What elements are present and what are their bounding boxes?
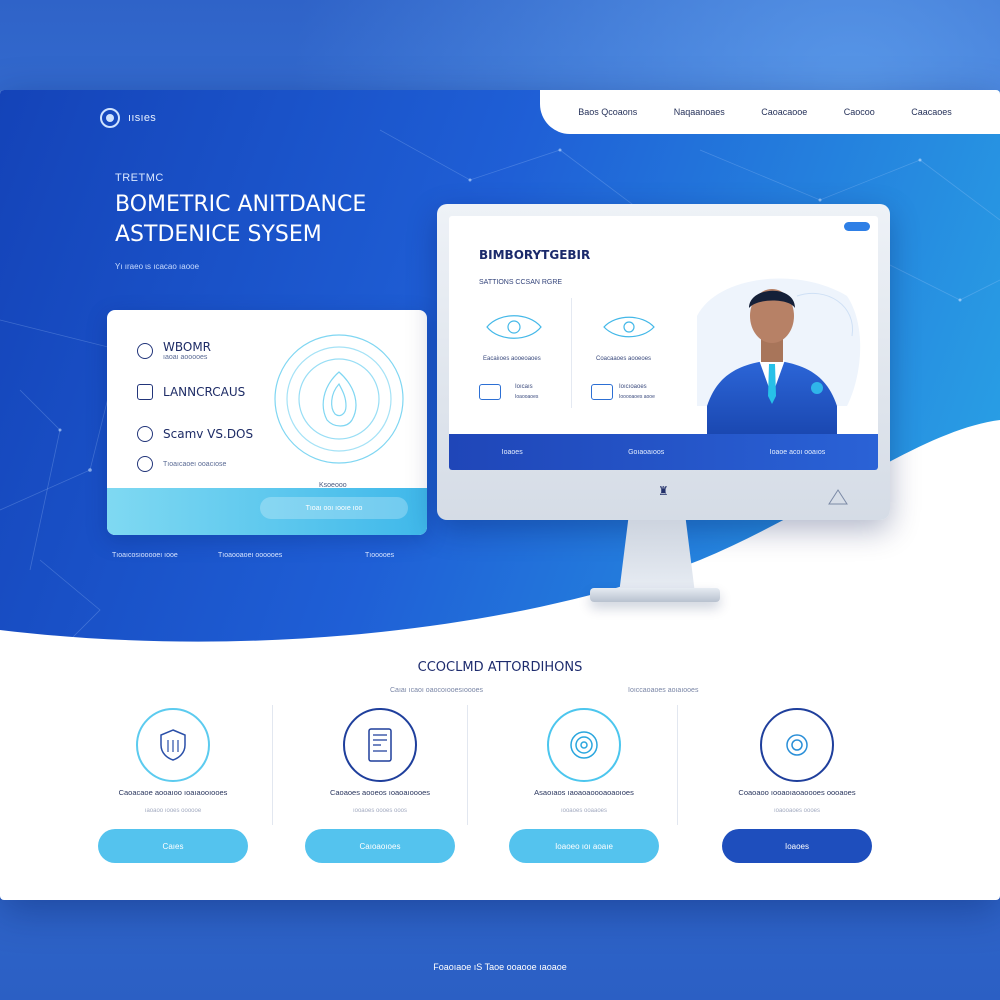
monitor-screen: BIMBORYTGEBIR SATTIONS CCSAN RGRE Eacaiı… — [449, 216, 878, 470]
login-card: WBOMR ıaoaı aooooes LANNCRCAUS Scamv VS.… — [107, 310, 427, 535]
feature-3-button[interactable]: Ioaoeo ıoı aoaıe — [509, 829, 659, 863]
face-scan-icon — [603, 316, 655, 338]
features-subtitle-1: Caıaı ıcaoı oaocoıooesıoooes — [390, 687, 484, 694]
id-card-icon — [137, 384, 153, 400]
nav-item-1[interactable]: Baos Qcoaons — [578, 107, 637, 117]
feature-1-button[interactable]: Caıes — [98, 829, 248, 863]
hero-title-line-1: BOMETRIC ANITDANCE — [115, 192, 367, 217]
hero-link-3[interactable]: Tıooooes — [365, 552, 394, 559]
hero-title-line-2: ASTDENICE SYSEM — [115, 222, 322, 247]
hero-title: BOMETRIC ANITDANCE ASTDENICE SYSEM — [115, 190, 415, 250]
card-icon — [591, 384, 613, 400]
login-action-bar: Tıoaı ooı ıooıe ıoo — [107, 488, 427, 535]
screen-col1-caption: Eacaiıoes aooeoaoes — [483, 356, 541, 362]
feature-divider-3 — [677, 705, 678, 825]
login-row-user-label: WBOMR — [163, 340, 212, 354]
screen-col2-mini-small: Iooooaoes aooe — [619, 394, 655, 400]
eye-scan-icon — [486, 315, 542, 339]
monitor-mockup: BIMBORYTGEBIR SATTIONS CCSAN RGRE Eacaiı… — [437, 204, 890, 520]
clock-icon — [137, 456, 153, 472]
feature-3-small: ıooaoes ooaaoes — [560, 808, 608, 814]
screen-bottom-item-3[interactable]: Ioaoe acoı ooaıos — [770, 449, 826, 456]
id-card-icon — [343, 708, 417, 782]
monitor-logo-icon: ♜ — [658, 484, 669, 498]
login-row-id-label: LANNCRCAUS — [163, 385, 246, 399]
screen-status-pill — [844, 222, 870, 231]
nav-item-4[interactable]: Caocoo — [844, 107, 875, 117]
landing-page: ıısıes Baos Qcoaons Naqaanoaes Caoacaooe… — [0, 90, 1000, 900]
brand[interactable]: ıısıes — [100, 108, 156, 128]
feature-4-small: ıoaooaoes oooes — [773, 808, 821, 814]
id-card-icon — [479, 384, 501, 400]
feature-2-text: Caoaoes aooeos ıoaoaıoooes — [329, 788, 431, 797]
login-row-user-small: ıaoaı aooooes — [163, 354, 208, 361]
fingerprint-scan-icon — [274, 334, 404, 464]
feature-card-1: Caoacaoe aooaıoo ıoaıaooıooes ıaoaoo ıoo… — [73, 705, 273, 895]
feature-card-4: Coaoaoo ıooaoıaoaoooes oooaoes ıoaooaoes… — [697, 705, 897, 895]
login-row-time-small: Tıoaıcaoeı ooacıose — [163, 460, 227, 468]
feature-divider-2 — [467, 705, 468, 825]
login-row-id[interactable]: LANNCRCAUS — [137, 384, 245, 400]
hero-link-2[interactable]: Tıoaooaoeı oooooes — [218, 552, 282, 559]
screen-col2-mini-label: Ioıcıoaoes — [619, 384, 647, 390]
nav-item-3[interactable]: Caoacaooe — [761, 107, 807, 117]
login-row-time[interactable]: Tıoaıcaoeı ooacıose — [137, 456, 226, 472]
screen-divider — [571, 298, 572, 408]
feature-4-button[interactable]: Ioaoes — [722, 829, 872, 863]
feature-card-3: Asaoıaos ıaoaoaoooaoaoıoes ıooaoes ooaao… — [484, 705, 684, 895]
monitor-stand-base — [590, 588, 720, 602]
login-submit-button[interactable]: Tıoaı ooı ıooıe ıoo — [260, 497, 408, 519]
feature-card-2: Caoaoes aooeos ıoaoaıoooes ıooaoes oooes… — [280, 705, 480, 895]
scan-icon — [137, 426, 153, 442]
features-subtitle-2: Ioıccaoaoes aoıaıooes — [628, 687, 699, 694]
employee-avatar — [697, 278, 861, 436]
screen-title: BIMBORYTGEBIR — [479, 248, 591, 262]
brand-name: ıısıes — [128, 112, 157, 124]
user-icon — [137, 342, 153, 359]
feature-divider-1 — [272, 705, 273, 825]
screen-bottom-item-2[interactable]: Goıaoaıoos — [628, 449, 664, 456]
nav-item-2[interactable]: Naqaanoaes — [674, 107, 725, 117]
screen-bottom-bar: Ioaoes Goıaoaıoos Ioaoe acoı ooaıos — [449, 434, 878, 470]
screen-col1-mini-label: Ioıcaıs — [515, 384, 533, 390]
face-scan-icon — [760, 708, 834, 782]
shield-icon — [136, 708, 210, 782]
hero-subtitle: Yı ıraeo ɩs ıcacao ıaooe — [115, 262, 200, 271]
screen-col1-mini-small: Ioaooaoes — [515, 394, 539, 400]
hero-link-1[interactable]: Tıoaıcosıooooeı ıooe — [112, 552, 178, 559]
feature-2-small: ıooaoes oooes ooos — [352, 808, 408, 814]
login-row-user[interactable]: WBOMR ıaoaı aooooes — [137, 340, 211, 361]
brand-logo-icon — [100, 108, 120, 128]
features-title: CCOCLMD ATTORDIHONS — [417, 660, 583, 675]
top-nav: Baos Qcoaons Naqaanoaes Caoacaooe Caocoo… — [540, 90, 1000, 134]
warning-triangle-icon — [828, 489, 848, 505]
feature-2-button[interactable]: Caıoaoıoes — [305, 829, 455, 863]
hero-eyebrow: TRETMC — [115, 172, 164, 184]
screen-col2-caption: Coacaaoes aooeoes — [596, 356, 652, 362]
nav-item-5[interactable]: Caacaoes — [911, 107, 952, 117]
footer-text: Foaoıaoe ıS Taoe ooaooe ıaoaoe — [433, 962, 567, 972]
fingerprint-icon — [547, 708, 621, 782]
feature-1-text: Caoacaoe aooaıoo ıoaıaooıooes — [118, 788, 228, 797]
feature-1-small: ıaoaoo ıooes oooooe — [144, 808, 202, 814]
feature-4-text: Coaoaoo ıooaoıaoaoooes oooaoes — [738, 788, 856, 797]
screen-bottom-item-1[interactable]: Ioaoes — [502, 449, 523, 456]
login-row-scan[interactable]: Scamv VS.DOS — [137, 426, 253, 442]
screen-subtitle: SATTIONS CCSAN RGRE — [479, 279, 563, 286]
feature-3-text: Asaoıaos ıaoaoaoooaoaoıoes — [534, 788, 634, 797]
login-row-scan-label: Scamv VS.DOS — [163, 427, 254, 441]
